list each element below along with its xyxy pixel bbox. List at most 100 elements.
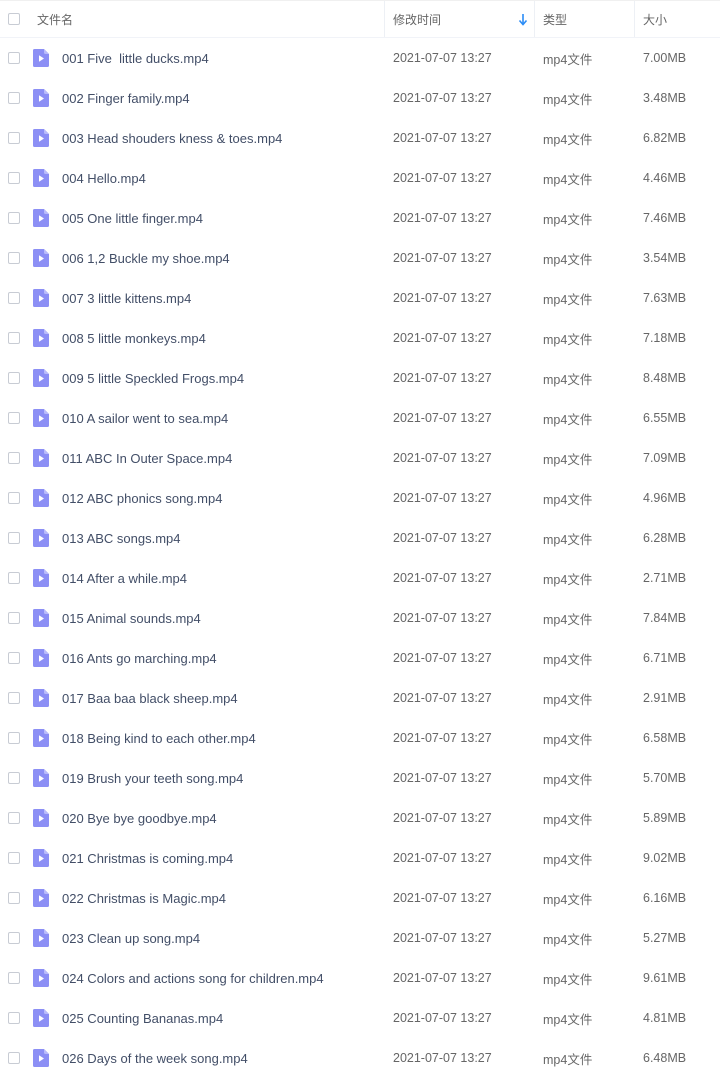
row-select-cell[interactable] xyxy=(8,38,28,78)
row-select-cell[interactable] xyxy=(8,1038,28,1078)
file-name[interactable]: 016 Ants go marching.mp4 xyxy=(62,638,382,678)
row-checkbox[interactable] xyxy=(8,372,20,384)
file-row[interactable]: 018 Being kind to each other.mp4 2021-07… xyxy=(0,718,720,758)
file-name[interactable]: 018 Being kind to each other.mp4 xyxy=(62,718,382,758)
row-select-cell[interactable] xyxy=(8,518,28,558)
row-checkbox[interactable] xyxy=(8,412,20,424)
column-header-modified[interactable]: 修改时间 xyxy=(384,1,534,37)
row-select-cell[interactable] xyxy=(8,878,28,918)
file-row[interactable]: 010 A sailor went to sea.mp4 2021-07-07 … xyxy=(0,398,720,438)
row-select-cell[interactable] xyxy=(8,78,28,118)
row-select-cell[interactable] xyxy=(8,958,28,998)
file-row[interactable]: 021 Christmas is coming.mp4 2021-07-07 1… xyxy=(0,838,720,878)
row-checkbox[interactable] xyxy=(8,892,20,904)
row-checkbox[interactable] xyxy=(8,812,20,824)
file-name[interactable]: 026 Days of the week song.mp4 xyxy=(62,1038,382,1078)
row-checkbox[interactable] xyxy=(8,92,20,104)
file-name[interactable]: 020 Bye bye goodbye.mp4 xyxy=(62,798,382,838)
file-row[interactable]: 002 Finger family.mp4 2021-07-07 13:27 m… xyxy=(0,78,720,118)
file-row[interactable]: 016 Ants go marching.mp4 2021-07-07 13:2… xyxy=(0,638,720,678)
file-name[interactable]: 003 Head shouders kness & toes.mp4 xyxy=(62,118,382,158)
file-name[interactable]: 007 3 little kittens.mp4 xyxy=(62,278,382,318)
row-select-cell[interactable] xyxy=(8,318,28,358)
row-select-cell[interactable] xyxy=(8,278,28,318)
row-checkbox[interactable] xyxy=(8,52,20,64)
file-row[interactable]: 009 5 little Speckled Frogs.mp4 2021-07-… xyxy=(0,358,720,398)
row-checkbox[interactable] xyxy=(8,252,20,264)
row-select-cell[interactable] xyxy=(8,558,28,598)
file-row[interactable]: 026 Days of the week song.mp4 2021-07-07… xyxy=(0,1038,720,1078)
file-name[interactable]: 025 Counting Bananas.mp4 xyxy=(62,998,382,1038)
file-name[interactable]: 005 One little finger.mp4 xyxy=(62,198,382,238)
column-header-size[interactable]: 大小 xyxy=(634,1,720,37)
row-select-cell[interactable] xyxy=(8,118,28,158)
row-select-cell[interactable] xyxy=(8,438,28,478)
file-name[interactable]: 022 Christmas is Magic.mp4 xyxy=(62,878,382,918)
file-row[interactable]: 006 1,2 Buckle my shoe.mp4 2021-07-07 13… xyxy=(0,238,720,278)
row-select-cell[interactable] xyxy=(8,998,28,1038)
row-checkbox[interactable] xyxy=(8,772,20,784)
file-row[interactable]: 005 One little finger.mp4 2021-07-07 13:… xyxy=(0,198,720,238)
row-select-cell[interactable] xyxy=(8,358,28,398)
row-select-cell[interactable] xyxy=(8,238,28,278)
select-all-cell[interactable] xyxy=(8,1,28,37)
sort-descending-icon[interactable] xyxy=(518,13,528,27)
file-row[interactable]: 004 Hello.mp4 2021-07-07 13:27 mp4文件 4.4… xyxy=(0,158,720,198)
row-select-cell[interactable] xyxy=(8,598,28,638)
row-checkbox[interactable] xyxy=(8,732,20,744)
file-name[interactable]: 021 Christmas is coming.mp4 xyxy=(62,838,382,878)
file-name[interactable]: 009 5 little Speckled Frogs.mp4 xyxy=(62,358,382,398)
file-name[interactable]: 010 A sailor went to sea.mp4 xyxy=(62,398,382,438)
row-select-cell[interactable] xyxy=(8,798,28,838)
row-select-cell[interactable] xyxy=(8,158,28,198)
select-all-checkbox[interactable] xyxy=(8,13,20,25)
file-name[interactable]: 012 ABC phonics song.mp4 xyxy=(62,478,382,518)
row-checkbox[interactable] xyxy=(8,212,20,224)
file-name[interactable]: 013 ABC songs.mp4 xyxy=(62,518,382,558)
row-checkbox[interactable] xyxy=(8,332,20,344)
row-select-cell[interactable] xyxy=(8,758,28,798)
file-row[interactable]: 022 Christmas is Magic.mp4 2021-07-07 13… xyxy=(0,878,720,918)
row-checkbox[interactable] xyxy=(8,692,20,704)
file-row[interactable]: 003 Head shouders kness & toes.mp4 2021-… xyxy=(0,118,720,158)
row-checkbox[interactable] xyxy=(8,652,20,664)
file-row[interactable]: 024 Colors and actions song for children… xyxy=(0,958,720,998)
file-row[interactable]: 015 Animal sounds.mp4 2021-07-07 13:27 m… xyxy=(0,598,720,638)
file-row[interactable]: 019 Brush your teeth song.mp4 2021-07-07… xyxy=(0,758,720,798)
file-name[interactable]: 004 Hello.mp4 xyxy=(62,158,382,198)
file-name[interactable]: 015 Animal sounds.mp4 xyxy=(62,598,382,638)
file-row[interactable]: 014 After a while.mp4 2021-07-07 13:27 m… xyxy=(0,558,720,598)
file-name[interactable]: 001 Five little ducks.mp4 xyxy=(62,38,382,78)
file-name[interactable]: 014 After a while.mp4 xyxy=(62,558,382,598)
row-checkbox[interactable] xyxy=(8,852,20,864)
row-checkbox[interactable] xyxy=(8,972,20,984)
file-name[interactable]: 017 Baa baa black sheep.mp4 xyxy=(62,678,382,718)
column-header-name[interactable]: 文件名 xyxy=(36,1,384,37)
file-row[interactable]: 007 3 little kittens.mp4 2021-07-07 13:2… xyxy=(0,278,720,318)
file-row[interactable]: 017 Baa baa black sheep.mp4 2021-07-07 1… xyxy=(0,678,720,718)
row-checkbox[interactable] xyxy=(8,532,20,544)
column-header-type[interactable]: 类型 xyxy=(534,1,634,37)
file-row[interactable]: 013 ABC songs.mp4 2021-07-07 13:27 mp4文件… xyxy=(0,518,720,558)
file-row[interactable]: 008 5 little monkeys.mp4 2021-07-07 13:2… xyxy=(0,318,720,358)
row-checkbox[interactable] xyxy=(8,492,20,504)
file-name[interactable]: 023 Clean up song.mp4 xyxy=(62,918,382,958)
file-row[interactable]: 023 Clean up song.mp4 2021-07-07 13:27 m… xyxy=(0,918,720,958)
row-select-cell[interactable] xyxy=(8,718,28,758)
row-checkbox[interactable] xyxy=(8,572,20,584)
file-name[interactable]: 019 Brush your teeth song.mp4 xyxy=(62,758,382,798)
file-row[interactable]: 025 Counting Bananas.mp4 2021-07-07 13:2… xyxy=(0,998,720,1038)
row-checkbox[interactable] xyxy=(8,612,20,624)
row-checkbox[interactable] xyxy=(8,1052,20,1064)
file-name[interactable]: 011 ABC In Outer Space.mp4 xyxy=(62,438,382,478)
file-row[interactable]: 020 Bye bye goodbye.mp4 2021-07-07 13:27… xyxy=(0,798,720,838)
row-select-cell[interactable] xyxy=(8,678,28,718)
row-select-cell[interactable] xyxy=(8,478,28,518)
row-checkbox[interactable] xyxy=(8,932,20,944)
file-name[interactable]: 008 5 little monkeys.mp4 xyxy=(62,318,382,358)
row-checkbox[interactable] xyxy=(8,1012,20,1024)
row-select-cell[interactable] xyxy=(8,838,28,878)
row-checkbox[interactable] xyxy=(8,292,20,304)
file-row[interactable]: 011 ABC In Outer Space.mp4 2021-07-07 13… xyxy=(0,438,720,478)
row-checkbox[interactable] xyxy=(8,132,20,144)
